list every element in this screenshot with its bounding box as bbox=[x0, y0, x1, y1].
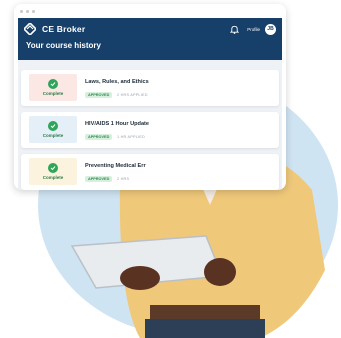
check-icon bbox=[48, 163, 58, 173]
window-dot bbox=[20, 9, 23, 13]
window-dot bbox=[26, 9, 29, 13]
course-row[interactable]: Complete Laws, Rules, and Ethics APPROVE… bbox=[21, 70, 279, 106]
completion-badge: Complete bbox=[29, 116, 77, 143]
app-window: CE Broker Profile JB Your course history… bbox=[14, 4, 286, 190]
profile-label[interactable]: Profile bbox=[247, 27, 260, 32]
check-icon bbox=[48, 79, 58, 89]
completion-status: Complete bbox=[42, 175, 64, 180]
check-icon bbox=[48, 121, 58, 131]
approved-badge: APPROVED bbox=[85, 176, 113, 182]
app-bar: CE Broker Profile JB bbox=[18, 18, 282, 40]
page-title: Your course history bbox=[26, 41, 101, 50]
brand-logo-icon[interactable] bbox=[24, 23, 36, 35]
hours-applied: 1 HR APPLIED bbox=[117, 134, 145, 139]
approved-badge: APPROVED bbox=[85, 92, 113, 98]
course-row[interactable]: Complete Preventing Medical Err APPROVED… bbox=[21, 154, 279, 190]
completion-badge: Complete bbox=[29, 158, 77, 185]
completion-status: Complete bbox=[42, 91, 64, 96]
window-dot bbox=[32, 9, 35, 13]
avatar[interactable]: JB bbox=[265, 23, 276, 35]
brand-name[interactable]: CE Broker bbox=[42, 24, 85, 34]
course-history-list: Complete Laws, Rules, and Ethics APPROVE… bbox=[18, 60, 282, 190]
hours-applied: 2 HRS bbox=[117, 176, 130, 181]
approved-badge: APPROVED bbox=[85, 134, 113, 140]
notification-bell-icon[interactable] bbox=[230, 25, 240, 34]
course-title[interactable]: HIV/AIDS 1 Hour Update bbox=[85, 121, 149, 127]
completion-badge: Complete bbox=[29, 74, 77, 101]
app-header: CE Broker Profile JB Your course history bbox=[18, 18, 282, 60]
course-title[interactable]: Preventing Medical Err bbox=[85, 163, 146, 169]
hours-applied: 2 HRS APPLIED bbox=[117, 92, 148, 97]
course-row[interactable]: Complete HIV/AIDS 1 Hour Update APPROVED… bbox=[21, 112, 279, 148]
course-title[interactable]: Laws, Rules, and Ethics bbox=[85, 79, 149, 85]
window-chrome bbox=[14, 4, 286, 18]
completion-status: Complete bbox=[42, 133, 64, 138]
